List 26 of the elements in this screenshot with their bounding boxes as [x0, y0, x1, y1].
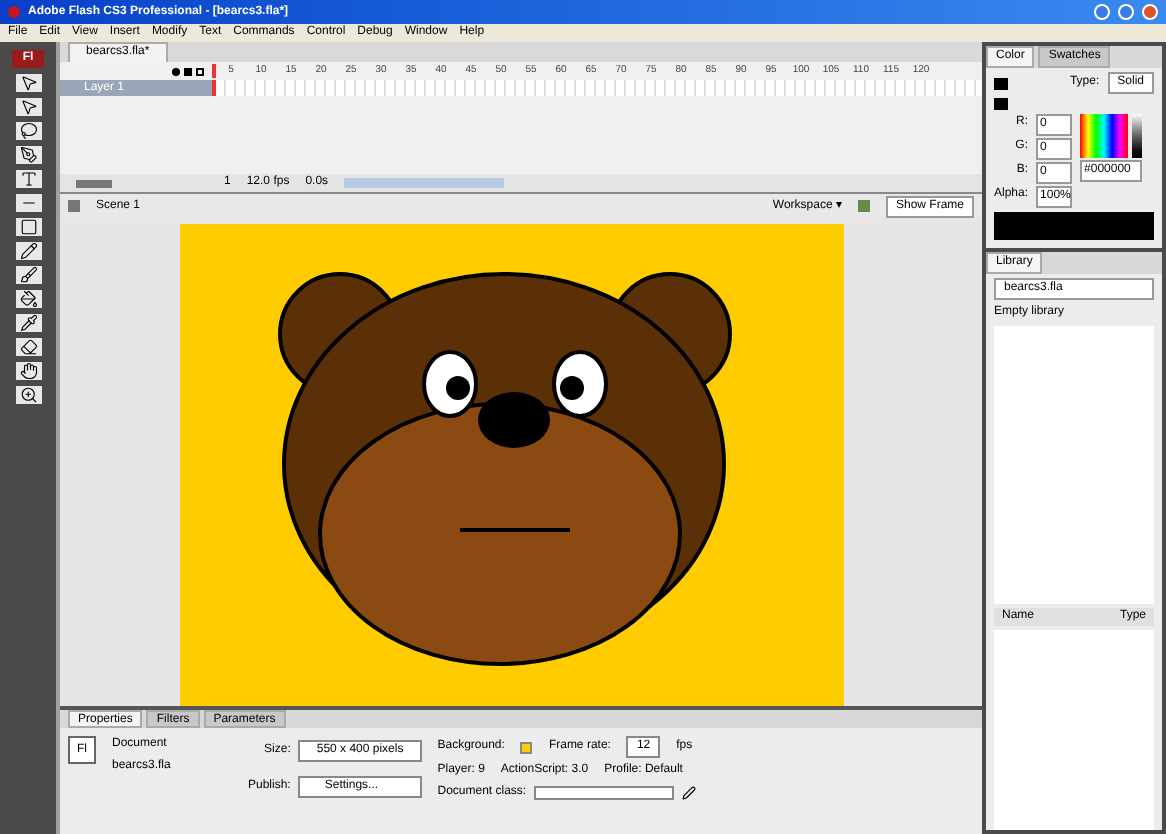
- paint-bucket-icon[interactable]: [19, 290, 37, 308]
- hand-icon[interactable]: [19, 362, 37, 380]
- pencil-icon[interactable]: [682, 786, 697, 800]
- eraser-icon[interactable]: [19, 338, 37, 356]
- rectangle-icon[interactable]: [19, 218, 37, 236]
- document-class-field[interactable]: [534, 786, 675, 800]
- eyedropper-icon[interactable]: [19, 314, 37, 332]
- pointer-icon[interactable]: [19, 74, 37, 92]
- color-spectrum[interactable]: [1080, 114, 1129, 158]
- text-icon[interactable]: [19, 170, 37, 188]
- minimize-button[interactable]: [1094, 4, 1110, 20]
- pen-tool-icon[interactable]: [19, 146, 37, 164]
- brush-icon[interactable]: [19, 266, 37, 284]
- lasso-icon[interactable]: [19, 122, 37, 140]
- fill-color-swatch[interactable]: [994, 98, 1008, 110]
- zoom-icon[interactable]: [19, 386, 37, 404]
- app-icon: [8, 6, 20, 18]
- close-button[interactable]: [1142, 4, 1158, 20]
- background-swatch[interactable]: [520, 741, 533, 753]
- brightness-bar[interactable]: [1132, 114, 1143, 158]
- timeline-scrollbar[interactable]: [344, 178, 505, 188]
- pencil-icon[interactable]: [19, 242, 37, 260]
- arrow-icon[interactable]: [19, 98, 37, 116]
- stroke-color-swatch[interactable]: [994, 77, 1008, 89]
- maximize-button[interactable]: [1118, 4, 1134, 20]
- outline-icon[interactable]: [196, 67, 204, 75]
